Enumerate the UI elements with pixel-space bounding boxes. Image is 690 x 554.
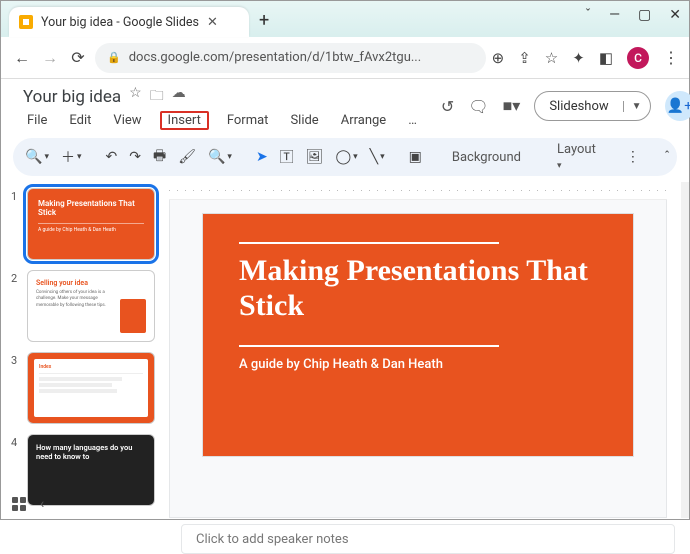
share-url-icon[interactable]: ⇪ — [518, 49, 531, 67]
slide-title[interactable]: Making Presentations That Stick — [239, 254, 605, 323]
slide-canvas-area[interactable]: Making Presentations That Stick A guide … — [169, 200, 667, 518]
thumb-text: How many languages do you need to know t… — [36, 443, 146, 461]
document-title[interactable]: Your big idea — [23, 87, 121, 107]
restore-button[interactable]: ▢ — [638, 7, 651, 23]
zoom-icon[interactable]: ⊕ — [492, 49, 505, 67]
menu-format[interactable]: Format — [223, 111, 273, 130]
search-tool-icon[interactable]: 🔍▾ — [25, 149, 49, 165]
window-titlebar: Your big idea - Google Slides ✕ + ˇ — ▢ … — [1, 1, 689, 37]
slideshow-dropdown[interactable]: ▼ — [623, 101, 650, 112]
print-icon[interactable]: 🖶 — [153, 145, 166, 169]
thumb-title: Making Presentations That Stick — [38, 199, 144, 217]
close-tab-icon[interactable]: ✕ — [207, 15, 218, 30]
move-icon[interactable]: 🗀 — [150, 85, 164, 109]
divider-line — [239, 345, 499, 347]
toolbar: 🔍▾ ＋▾ ↶ ↷ 🖶 🖌 🔍▾ ➤ 🅃 🖼 ◯▾ ╲▾ ▣ Backgroun… — [13, 138, 677, 176]
menu-arrange[interactable]: Arrange — [337, 111, 390, 130]
horizontal-ruler — [169, 182, 667, 200]
workspace: 1 Making Presentations That Stick A guid… — [1, 182, 689, 518]
slide-thumbnail-1[interactable]: Making Presentations That Stick A guide … — [27, 188, 155, 260]
menu-insert[interactable]: Insert — [160, 111, 209, 130]
extensions-icon[interactable]: ✦ — [572, 49, 585, 67]
window-chevron-icon[interactable]: ˇ — [585, 7, 591, 23]
menu-slide[interactable]: Slide — [286, 111, 322, 130]
browser-omnibar: ← → ⟳ 🔒 docs.google.com/presentation/d/1… — [1, 37, 689, 79]
slide-thumbnail-2[interactable]: Selling your idea Convincing others of y… — [27, 270, 155, 342]
line-icon[interactable]: ╲▾ — [370, 149, 385, 165]
slides-favicon-icon — [19, 15, 33, 29]
new-slide-icon[interactable]: ＋▾ — [61, 147, 82, 167]
undo-icon[interactable]: ↶ — [106, 149, 118, 165]
lock-icon: 🔒 — [107, 51, 121, 64]
zoom-tool-icon[interactable]: 🔍▾ — [208, 149, 232, 165]
select-tool-icon[interactable]: ➤ — [256, 149, 268, 165]
browser-tab[interactable]: Your big idea - Google Slides ✕ — [9, 7, 249, 37]
bookmark-icon[interactable]: ☆ — [545, 49, 558, 67]
thumb-number: 3 — [11, 352, 21, 367]
slide-canvas[interactable]: Making Presentations That Stick A guide … — [203, 214, 633, 456]
menu-edit[interactable]: Edit — [65, 111, 95, 130]
thumb-sheet: Index — [34, 359, 148, 417]
history-icon[interactable]: ↺ — [441, 97, 454, 116]
close-window-button[interactable]: ✕ — [669, 7, 681, 23]
bottom-left-controls: ‹ — [12, 496, 44, 512]
grid-view-icon[interactable] — [12, 497, 26, 511]
tab-title: Your big idea - Google Slides — [41, 15, 199, 30]
divider-line — [239, 242, 499, 244]
slide-thumbnail-panel: 1 Making Presentations That Stick A guid… — [1, 182, 169, 518]
back-button[interactable]: ← — [11, 48, 33, 68]
paint-format-icon[interactable]: 🖌 — [178, 149, 196, 165]
canvas-column: Making Presentations That Stick A guide … — [169, 182, 681, 518]
profile-avatar[interactable]: C — [627, 47, 649, 69]
new-tab-button[interactable]: + — [259, 10, 269, 31]
cloud-saved-icon: ☁ — [172, 85, 186, 109]
thumb-body: Convincing others of your idea is a chal… — [36, 290, 108, 309]
thumb-number: 2 — [11, 270, 21, 285]
book-graphic-icon — [120, 299, 146, 333]
thumb-subtitle: A guide by Chip Heath & Dan Heath — [38, 223, 144, 233]
thumbnail-row[interactable]: 2 Selling your idea Convincing others of… — [11, 270, 161, 342]
transition-icon[interactable]: ▣ — [409, 149, 422, 165]
share-button[interactable]: 👤+ — [665, 91, 690, 121]
minimize-button[interactable]: — — [609, 7, 620, 23]
menu-bar: File Edit View Insert Format Slide Arran… — [23, 111, 421, 130]
more-tools-icon[interactable]: ⋮ — [626, 149, 640, 165]
slideshow-button[interactable]: Slideshow ▼ — [534, 91, 650, 121]
vertical-scrollbar[interactable] — [681, 182, 689, 518]
background-button[interactable]: Background — [446, 150, 527, 165]
image-icon[interactable]: 🖼 — [306, 149, 324, 165]
comments-icon[interactable]: 🗨 — [468, 97, 488, 116]
thumb-number: 1 — [11, 188, 21, 203]
thumb-heading: Index — [39, 364, 143, 370]
slideshow-label: Slideshow — [535, 99, 622, 114]
layout-button[interactable]: Layout ▾ — [551, 142, 602, 172]
address-bar[interactable]: 🔒 docs.google.com/presentation/d/1btw_fA… — [95, 43, 486, 73]
slide-thumbnail-3[interactable]: Index — [27, 352, 155, 424]
thumbnail-row[interactable]: 1 Making Presentations That Stick A guid… — [11, 188, 161, 260]
speaker-notes-input[interactable]: Click to add speaker notes — [181, 524, 675, 554]
person-plus-icon: 👤+ — [667, 98, 690, 114]
app-header: Your big idea ☆ 🗀 ☁ File Edit View Inser… — [1, 79, 689, 130]
collapse-panel-icon[interactable]: ‹ — [40, 496, 44, 512]
thumbnail-row[interactable]: 3 Index — [11, 352, 161, 424]
meet-icon[interactable]: ■▾ — [503, 96, 521, 116]
slide-subtitle[interactable]: A guide by Chip Heath & Dan Heath — [239, 357, 605, 372]
shape-icon[interactable]: ◯▾ — [335, 149, 357, 165]
textbox-icon[interactable]: 🅃 — [280, 147, 294, 167]
sidepanel-icon[interactable]: ◧ — [599, 49, 613, 67]
forward-button[interactable]: → — [39, 48, 61, 68]
reload-button[interactable]: ⟳ — [67, 48, 89, 67]
thumb-number: 4 — [11, 434, 21, 449]
menu-file[interactable]: File — [23, 111, 51, 130]
menu-view[interactable]: View — [109, 111, 145, 130]
chrome-menu-icon[interactable]: ⋮ — [663, 48, 679, 67]
url-text: docs.google.com/presentation/d/1btw_fAvx… — [129, 50, 421, 65]
redo-icon[interactable]: ↷ — [129, 149, 141, 165]
menu-more[interactable]: … — [404, 111, 421, 130]
slide-thumbnail-4[interactable]: How many languages do you need to know t… — [27, 434, 155, 506]
hide-menus-icon[interactable]: ˆ — [664, 149, 671, 165]
thumb-heading: Selling your idea — [36, 279, 146, 287]
star-icon[interactable]: ☆ — [129, 85, 142, 109]
